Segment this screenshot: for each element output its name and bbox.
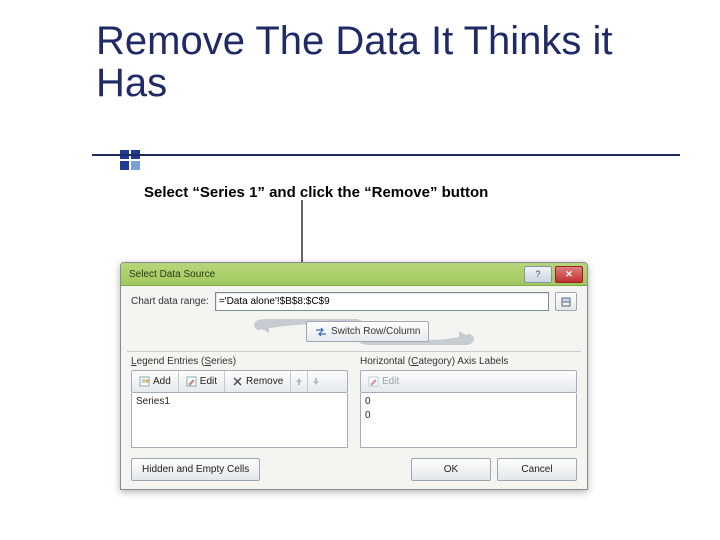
help-icon: ? bbox=[535, 269, 540, 279]
instruction-caption: Select “Series 1” and click the “Remove”… bbox=[144, 184, 488, 201]
edit-icon bbox=[186, 376, 197, 387]
legend-entries-header: Legend Entries (Series) bbox=[131, 356, 348, 367]
edit-series-button[interactable]: Edit bbox=[179, 371, 225, 392]
select-data-source-dialog: Select Data Source ? ✕ Chart data range:… bbox=[120, 262, 588, 490]
switch-label: Switch Row/Column bbox=[331, 326, 420, 337]
hidden-empty-cells-button[interactable]: Hidden and Empty Cells bbox=[131, 458, 260, 481]
slide-title-block: Remove The Data It Thinks it Has bbox=[60, 20, 690, 104]
series-listbox[interactable]: Series1 bbox=[131, 393, 348, 448]
edit-icon bbox=[368, 376, 379, 387]
dialog-titlebar[interactable]: Select Data Source ? ✕ bbox=[121, 263, 587, 286]
switch-row-column-button[interactable]: Switch Row/Column bbox=[306, 321, 429, 342]
switch-icon bbox=[315, 326, 327, 338]
series-toolbar: Add Edit Remove bbox=[131, 370, 348, 393]
move-up-button[interactable] bbox=[291, 371, 308, 392]
slide-title: Remove The Data It Thinks it Has bbox=[60, 20, 690, 104]
move-down-button[interactable] bbox=[308, 371, 324, 392]
collapse-icon bbox=[561, 297, 571, 307]
dialog-title: Select Data Source bbox=[129, 269, 524, 280]
series-item[interactable]: Series1 bbox=[136, 395, 343, 409]
category-toolbar: Edit bbox=[360, 370, 577, 393]
arrow-down-icon bbox=[312, 377, 320, 386]
arrow-up-icon bbox=[295, 377, 303, 386]
category-item[interactable]: 0 bbox=[365, 409, 572, 423]
add-icon bbox=[139, 376, 150, 387]
help-button[interactable]: ? bbox=[524, 266, 552, 283]
category-item[interactable]: 0 bbox=[365, 395, 572, 409]
title-underline bbox=[92, 154, 680, 156]
separator bbox=[127, 351, 581, 352]
chart-range-label: Chart data range: bbox=[131, 296, 209, 307]
ok-button[interactable]: OK bbox=[411, 458, 491, 481]
cancel-button[interactable]: Cancel bbox=[497, 458, 577, 481]
edit-category-button[interactable]: Edit bbox=[361, 371, 406, 392]
remove-series-button[interactable]: Remove bbox=[225, 371, 291, 392]
collapse-dialog-button[interactable] bbox=[555, 292, 577, 311]
close-button[interactable]: ✕ bbox=[555, 266, 583, 283]
category-listbox[interactable]: 0 0 bbox=[360, 393, 577, 448]
remove-icon bbox=[232, 376, 243, 387]
add-series-button[interactable]: Add bbox=[132, 371, 179, 392]
chart-range-input[interactable] bbox=[215, 292, 549, 311]
category-axis-header: Horizontal (Category) Axis Labels bbox=[360, 356, 577, 367]
close-icon: ✕ bbox=[565, 269, 573, 280]
